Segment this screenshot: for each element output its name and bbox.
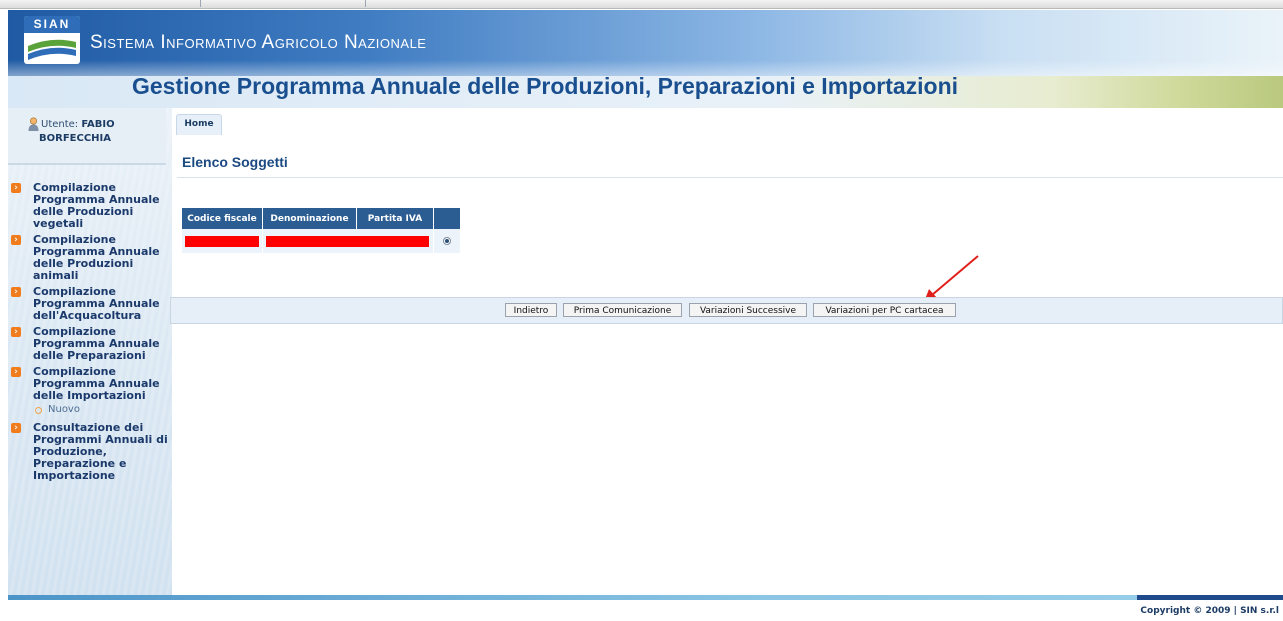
soggetti-table: Codice fiscale Denominazione Partita IVA (182, 208, 461, 253)
menu-item-label: Compilazione Programma Annuale delle Pro… (33, 233, 160, 282)
arrow-right-icon: › (11, 423, 21, 433)
arrow-right-icon: › (11, 287, 21, 297)
footer-bar (8, 595, 1283, 600)
browser-tab[interactable] (40, 0, 201, 7)
select-cell (434, 229, 461, 253)
row-select-radio[interactable] (443, 237, 451, 245)
table-header-row: Codice fiscale Denominazione Partita IVA (182, 208, 461, 229)
redaction-bar (185, 235, 259, 247)
column-header-select (434, 208, 461, 229)
section-title: Elenco Soggetti (182, 154, 288, 170)
column-header-codice-fiscale[interactable]: Codice fiscale (182, 208, 263, 229)
menu-item-label: Compilazione Programma Annuale delle Imp… (33, 365, 160, 402)
section-divider (177, 177, 1283, 178)
user-first-name: FABIO (81, 119, 115, 130)
sidebar-menu: › Compilazione Programma Annuale delle P… (8, 182, 172, 486)
bullet-icon (35, 407, 42, 414)
menu-item-produzioni-vegetali[interactable]: › Compilazione Programma Annuale delle P… (8, 182, 169, 230)
browser-tab[interactable] (205, 0, 366, 7)
logo-text: SIAN (24, 16, 80, 33)
system-title: Sistema Informativo Agricolo Nazionale (90, 32, 427, 53)
user-last-name: BORFECCHIA (39, 133, 111, 144)
action-bar: Indietro Prima Comunicazione Variazioni … (170, 297, 1283, 324)
back-button[interactable]: Indietro (505, 303, 557, 317)
menu-item-importazioni[interactable]: › Compilazione Programma Annuale delle I… (8, 366, 169, 402)
sidebar: Utente: FABIO BORFECCHIA › Compilazione … (8, 108, 172, 595)
submenu-item-label: Nuovo (48, 404, 80, 415)
table-row[interactable] (182, 229, 461, 253)
menu-item-produzioni-animali[interactable]: › Compilazione Programma Annuale delle P… (8, 234, 169, 282)
menu-item-label: Compilazione Programma Annuale delle Pre… (33, 325, 160, 362)
first-communication-button[interactable]: Prima Comunicazione (563, 303, 682, 317)
site-header: SIAN Sistema Informativo Agricolo Nazion… (8, 10, 1283, 108)
copyright-text: Copyright © 2009 | SIN s.r.l (1140, 606, 1279, 616)
sian-logo[interactable]: SIAN (24, 16, 80, 64)
menu-item-preparazioni[interactable]: › Compilazione Programma Annuale delle P… (8, 326, 169, 362)
user-icon (28, 117, 39, 131)
denominazione-cell (263, 229, 434, 253)
menu-item-acquacoltura[interactable]: › Compilazione Programma Annuale dell'Ac… (8, 286, 169, 322)
codice-fiscale-cell (182, 229, 263, 253)
arrow-right-icon: › (11, 327, 21, 337)
browser-tab-strip (0, 0, 1283, 9)
breadcrumb-home[interactable]: Home (176, 114, 222, 135)
menu-item-consultazione[interactable]: › Consultazione dei Programmi Annuali di… (8, 422, 169, 482)
menu-item-label: Consultazione dei Programmi Annuali di P… (33, 421, 168, 482)
subsequent-changes-button[interactable]: Variazioni Successive (689, 303, 807, 317)
menu-item-label: Compilazione Programma Annuale dell'Acqu… (33, 285, 160, 322)
user-label: Utente: (41, 119, 79, 130)
fields-logo-icon (28, 39, 76, 60)
footer-bar-accent (1137, 595, 1283, 600)
arrow-right-icon: › (11, 235, 21, 245)
user-panel: Utente: FABIO BORFECCHIA (8, 108, 166, 165)
column-header-partita-iva[interactable]: Partita IVA (357, 208, 434, 229)
column-header-denominazione[interactable]: Denominazione (263, 208, 357, 229)
redaction-bar (266, 235, 429, 247)
menu-item-label: Compilazione Programma Annuale delle Pro… (33, 181, 160, 230)
arrow-right-icon: › (11, 183, 21, 193)
page-title: Gestione Programma Annuale delle Produzi… (132, 73, 959, 99)
submenu-item-nuovo[interactable]: Nuovo (8, 404, 172, 416)
paper-changes-button[interactable]: Variazioni per PC cartacea (813, 303, 956, 317)
arrow-right-icon: › (11, 367, 21, 377)
